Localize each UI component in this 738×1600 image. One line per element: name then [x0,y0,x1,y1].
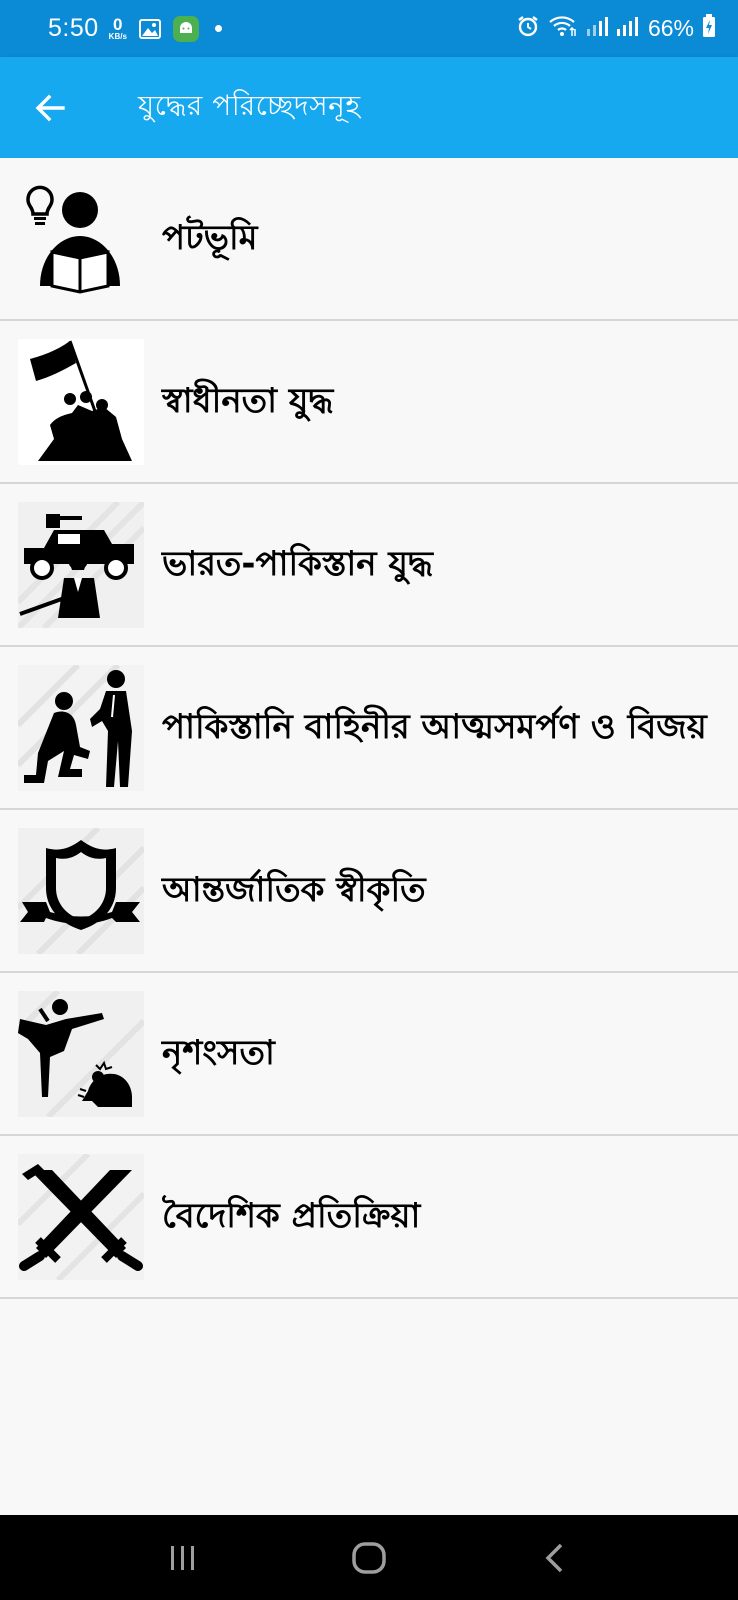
battery-charging-icon [702,14,716,43]
list-item-label: নৃশংসতা [162,1032,275,1073]
list-item[interactable]: বৈদেশিক প্রতিক্রিয়া [0,1136,738,1299]
status-bar: 5:50 0 KB/s 66% [0,0,738,57]
page-title: যুদ্ধের পরিচ্ছেদসনূহ [138,89,361,122]
crossed-swords-icon [18,1153,144,1280]
network-speed-value: 0 [113,15,123,34]
list-item[interactable]: ভারত-পাকিস্তান যুদ্ধ [0,484,738,647]
signal-icon [586,15,608,42]
list-item-label: স্বাধীনতা যুদ্ধ [162,380,334,421]
army-jeep-icon [18,501,144,628]
list-item-label: ভারত-পাকিস্তান যুদ্ধ [162,543,433,584]
reading-person-icon [18,176,144,302]
navigation-bar [0,1515,738,1600]
list-item[interactable]: নৃশংসতা [0,973,738,1136]
list-item-label: বৈদেশিক প্রতিক্রিয়া [162,1195,421,1236]
home-icon[interactable] [334,1528,404,1588]
list-item[interactable]: স্বাধীনতা যুদ্ধ [0,321,738,484]
list-item-label: পাকিস্তানি বাহিনীর আত্মসমর্পণ ও বিজয় [162,706,707,747]
arrow-left-icon[interactable] [24,82,76,134]
flag-raising-icon [18,338,144,465]
list-item[interactable]: আন্তর্জাতিক স্বীকৃতি [0,810,738,973]
list-item[interactable]: পাকিস্তানি বাহিনীর আত্মসমর্পণ ও বিজয় [0,647,738,810]
shield-icon [18,827,144,954]
back-icon[interactable] [520,1528,590,1588]
gallery-icon [138,18,161,39]
list-item[interactable]: পটভূমি [0,158,738,321]
violence-icon [18,990,144,1117]
app-bar: যুদ্ধের পরিচ্ছেদসনূহ [0,57,738,158]
recent-apps-icon[interactable] [148,1528,218,1588]
battery-percent: 66% [647,15,694,41]
wifi-icon [548,14,578,43]
list-item-label: পটভূমি [162,217,258,258]
notification-dot [214,25,222,32]
network-speed: 0 KB/s [109,16,127,41]
signal-icon [616,15,638,42]
android-icon [172,15,199,42]
list-item-label: আন্তর্জাতিক স্বীকৃতি [162,869,426,910]
network-speed-unit: KB/s [108,32,127,41]
alarm-icon [516,14,540,43]
chapter-list: পটভূমি স্বাধীনতা যুদ্ধ ভারত-পাকিস্তান যু… [0,158,738,1299]
surrender-icon [18,664,144,791]
status-time: 5:50 [48,14,99,42]
